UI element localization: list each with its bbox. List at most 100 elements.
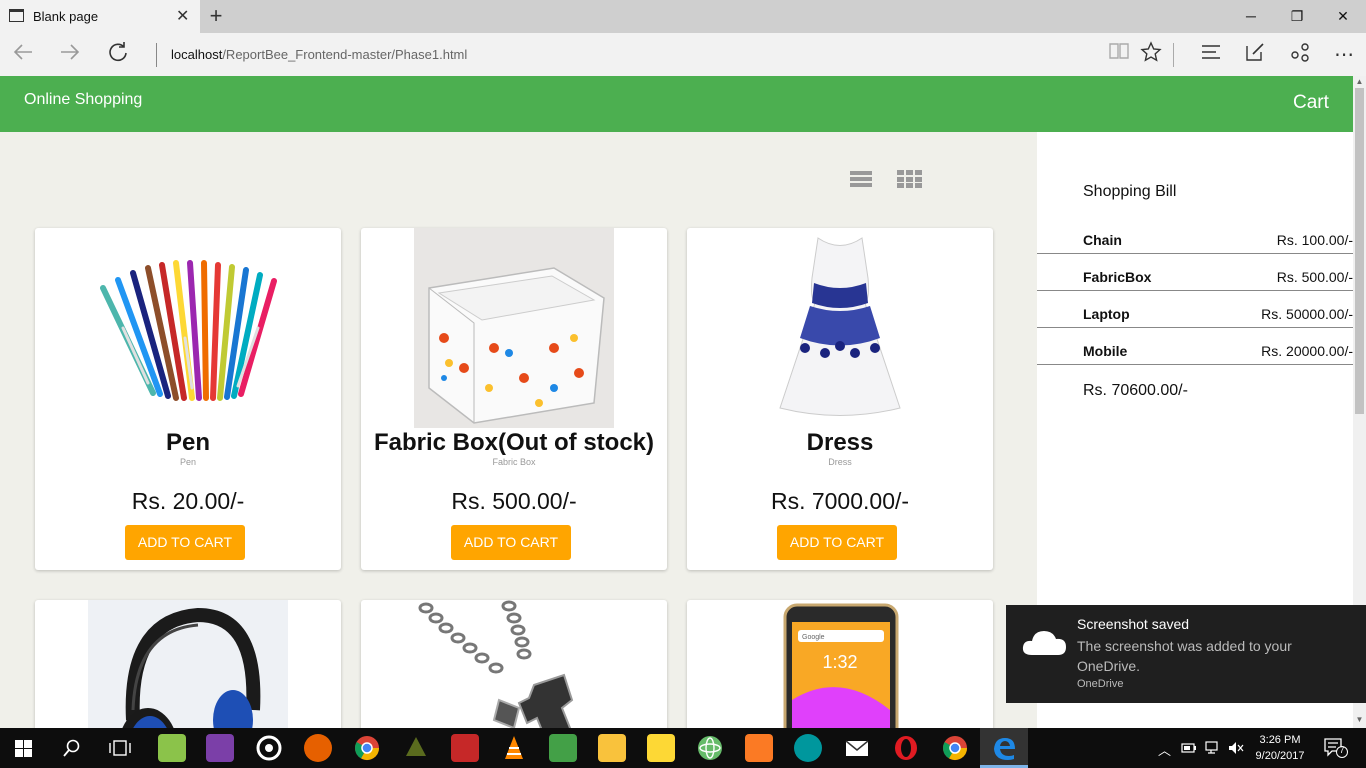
file-explorer-icon[interactable] — [598, 734, 626, 762]
mail-icon[interactable] — [843, 734, 871, 762]
toast-title: Screenshot saved — [1077, 616, 1190, 632]
edge-icon[interactable] — [990, 734, 1018, 762]
clock-time: 3:26 PM — [1259, 734, 1301, 746]
inkscape-icon[interactable] — [402, 734, 430, 762]
phone-search-text: Google — [802, 634, 825, 641]
product-price: Rs. 500.00/- — [451, 488, 577, 514]
bill-item-name: FabricBox — [1083, 269, 1152, 285]
sticky-notes-icon[interactable] — [647, 734, 675, 762]
firefox-icon[interactable] — [304, 734, 332, 762]
bill-row: FabricBox Rs. 500.00/- — [1037, 254, 1353, 291]
product-description: Fabric Box — [492, 457, 536, 467]
clock-date: 9/20/2017 — [1255, 750, 1305, 762]
minimize-button[interactable]: ─ — [1228, 0, 1274, 33]
url-separator — [156, 43, 157, 67]
dress-product-image — [740, 228, 940, 428]
new-tab-button[interactable]: + — [205, 3, 227, 29]
bill-item-amount: Rs. 50000.00/- — [1261, 306, 1353, 322]
opera-icon[interactable] — [892, 734, 920, 762]
page-icon — [9, 9, 24, 22]
vlc-icon[interactable] — [500, 734, 528, 762]
product-name: Fabric Box(Out of stock) — [373, 429, 655, 456]
product-name: Pen — [165, 429, 210, 456]
scroll-up-icon[interactable]: ▲ — [1353, 76, 1366, 88]
chain-product-image — [414, 600, 614, 728]
product-price: Rs. 20.00/- — [131, 488, 245, 514]
share-icon[interactable] — [1285, 41, 1315, 69]
mobile-product-image: Google 1:32 — [740, 600, 940, 728]
network-icon[interactable] — [1204, 741, 1222, 755]
browser-tab[interactable]: Blank page ✕ — [0, 0, 200, 33]
site-navbar: Online Shopping Cart — [0, 76, 1353, 132]
url-host: localhost — [171, 47, 223, 62]
show-hidden-icons[interactable]: ︿ — [1158, 740, 1171, 759]
tab-close-icon[interactable]: ✕ — [176, 6, 189, 26]
bill-row: Mobile Rs. 20000.00/- — [1037, 328, 1353, 365]
chrome-icon-2[interactable] — [941, 734, 969, 762]
product-price: Rs. 7000.00/- — [770, 488, 910, 514]
forward-arrow-icon[interactable] — [55, 41, 85, 69]
grid-view-icon[interactable] — [897, 170, 922, 188]
android-studio-icon[interactable] — [158, 734, 186, 762]
bill-item-amount: Rs. 20000.00/- — [1261, 343, 1353, 359]
atom-icon[interactable] — [696, 734, 724, 762]
cart-link[interactable]: Cart — [1293, 92, 1329, 114]
favorite-star-icon[interactable] — [1136, 41, 1166, 69]
browser-title-bar: Blank page ✕ + ─ ❐ ✕ — [0, 0, 1366, 33]
brand-link[interactable]: Online Shopping — [24, 91, 142, 109]
address-bar: localhost/ReportBee_Frontend-master/Phas… — [0, 33, 1366, 76]
taskbar-clock[interactable]: 3:26 PM 9/20/2017 — [1250, 732, 1310, 764]
product-description: Pen — [179, 457, 196, 467]
restore-button[interactable]: ❐ — [1274, 0, 1320, 33]
product-card-headphones — [35, 600, 341, 728]
toast-notification[interactable]: Screenshot saved The screenshot was adde… — [1006, 605, 1366, 703]
refresh-icon[interactable] — [103, 41, 133, 69]
chrome-icon[interactable] — [353, 734, 381, 762]
scrollbar-thumb[interactable] — [1355, 88, 1364, 414]
product-card-dress: Dress Dress Rs. 7000.00/- ADD TO CART — [687, 228, 993, 570]
url-path: /ReportBee_Frontend-master/Phase1.html — [222, 47, 468, 62]
more-options-icon[interactable]: ⋯ — [1329, 41, 1359, 69]
toast-source: OneDrive — [1077, 678, 1124, 690]
close-window-button[interactable]: ✕ — [1320, 0, 1366, 33]
bill-row: Laptop Rs. 50000.00/- — [1037, 291, 1353, 328]
product-description: Dress — [828, 457, 852, 467]
notepad-plus-plus-icon[interactable] — [549, 734, 577, 762]
reading-view-icon[interactable] — [1104, 41, 1134, 69]
windows-start-icon[interactable] — [15, 740, 32, 757]
search-icon[interactable] — [63, 739, 81, 757]
xampp-icon[interactable] — [745, 734, 773, 762]
pen-product-image — [88, 228, 288, 428]
battery-icon[interactable] — [1181, 742, 1197, 754]
product-name: Dress — [806, 429, 874, 456]
windows-taskbar: ︿ 3:26 PM 9/20/2017 7 — [0, 728, 1366, 768]
unity-icon[interactable] — [255, 734, 283, 762]
url-field[interactable]: localhost/ReportBee_Frontend-master/Phas… — [171, 47, 467, 62]
bill-title: Shopping Bill — [1083, 183, 1177, 200]
back-arrow-icon[interactable] — [8, 41, 38, 69]
product-card-mobile: Google 1:32 — [687, 600, 993, 728]
bill-item-name: Chain — [1083, 232, 1122, 248]
onedrive-cloud-icon — [1022, 631, 1066, 655]
add-to-cart-button[interactable]: ADD TO CART — [125, 525, 245, 560]
add-to-cart-button[interactable]: ADD TO CART — [451, 525, 571, 560]
visual-studio-icon[interactable] — [206, 734, 234, 762]
list-view-icon[interactable] — [850, 170, 872, 188]
toast-body: The screenshot was added to your OneDriv… — [1077, 638, 1292, 674]
fabric-box-product-image — [414, 228, 614, 428]
scroll-down-icon[interactable]: ▼ — [1353, 714, 1366, 726]
bill-item-name: Laptop — [1083, 306, 1130, 322]
tab-title: Blank page — [33, 9, 99, 24]
bill-item-amount: Rs. 100.00/- — [1276, 232, 1353, 248]
volume-muted-icon[interactable] — [1228, 741, 1244, 755]
product-card-fabric-box: Fabric Box(Out of stock) Fabric Box Rs. … — [361, 228, 667, 570]
web-note-icon[interactable] — [1240, 41, 1270, 69]
powerpoint-icon[interactable] — [451, 734, 479, 762]
product-card-chain — [361, 600, 667, 728]
hub-icon[interactable] — [1196, 41, 1226, 69]
bill-total: Rs. 70600.00/- — [1083, 382, 1188, 399]
add-to-cart-button[interactable]: ADD TO CART — [777, 525, 897, 560]
task-view-icon[interactable] — [109, 740, 131, 756]
arduino-icon[interactable] — [794, 734, 822, 762]
product-card-pen: Pen Pen Rs. 20.00/- ADD TO CART — [35, 228, 341, 570]
